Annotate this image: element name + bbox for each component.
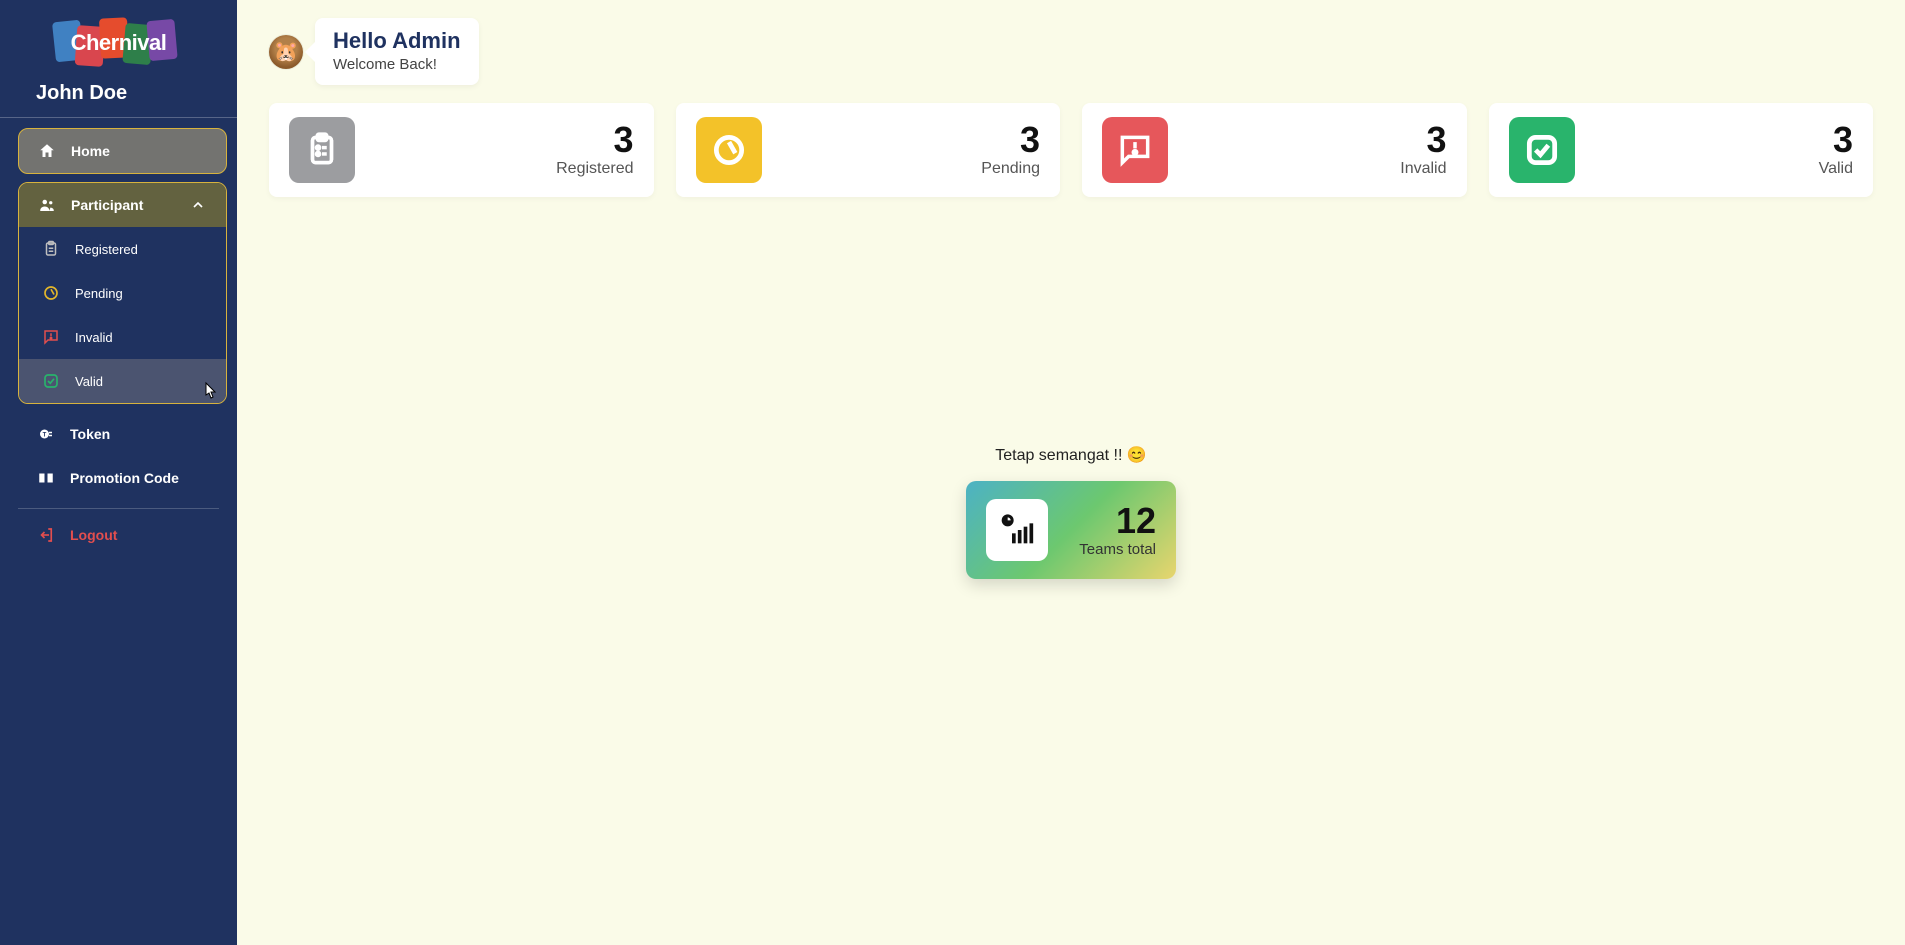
nav-logout[interactable]: Logout (18, 513, 227, 557)
nav-home[interactable]: Home (18, 128, 227, 174)
nav-sub-registered-label: Registered (75, 242, 138, 257)
nav-home-label: Home (71, 143, 110, 159)
clipboard-icon (41, 239, 61, 259)
nav-promo-label: Promotion Code (70, 470, 179, 486)
chart-history-icon (986, 499, 1048, 561)
chevron-up-icon (188, 195, 208, 215)
check-square-icon (41, 371, 61, 391)
nav-logout-label: Logout (70, 527, 117, 543)
greeting-title: Hello Admin (333, 28, 461, 54)
center-section: Tetap semangat !! 😊 12 Teams total (269, 445, 1873, 579)
greeting-card: Hello Admin Welcome Back! (315, 18, 479, 85)
nav-token-label: Token (70, 426, 110, 442)
divider (18, 508, 219, 509)
logo: Chernival (0, 12, 237, 78)
nav-sub-pending-label: Pending (75, 286, 123, 301)
nav-sub-invalid-label: Invalid (75, 330, 113, 345)
alert-chat-icon (41, 327, 61, 347)
card-pending[interactable]: 3 Pending (676, 103, 1061, 197)
nav-sub-valid-label: Valid (75, 374, 103, 389)
main-content: 🐹 Hello Admin Welcome Back! 3 Registered… (237, 0, 1905, 945)
avatar: 🐹 (269, 35, 303, 69)
nav-participant-label: Participant (71, 197, 143, 213)
stat-invalid-value: 3 (1400, 122, 1446, 158)
greeting: 🐹 Hello Admin Welcome Back! (269, 18, 1873, 85)
home-icon (37, 141, 57, 161)
nav-participant[interactable]: Participant (19, 183, 226, 227)
card-registered[interactable]: 3 Registered (269, 103, 654, 197)
promo-icon (36, 468, 56, 488)
teams-total-value: 12 (1079, 503, 1156, 539)
teams-total-label: Teams total (1079, 541, 1156, 558)
teams-total-card[interactable]: 12 Teams total (966, 481, 1176, 579)
stat-registered-label: Registered (556, 160, 633, 178)
nav-token[interactable]: T Token (18, 412, 227, 456)
clock-icon (41, 283, 61, 303)
stat-pending-value: 3 (981, 122, 1040, 158)
stat-invalid-label: Invalid (1400, 160, 1446, 178)
stat-cards: 3 Registered 3 Pending 3 Invalid (269, 103, 1873, 197)
nav-sub-invalid[interactable]: Invalid (19, 315, 226, 359)
greeting-subtitle: Welcome Back! (333, 56, 461, 73)
check-square-icon (1509, 117, 1575, 183)
alert-chat-icon (1102, 117, 1168, 183)
clipboard-icon (289, 117, 355, 183)
nav-sub-pending[interactable]: Pending (19, 271, 226, 315)
motivation-message: Tetap semangat !! 😊 (995, 445, 1147, 465)
stat-registered-value: 3 (556, 122, 633, 158)
clock-icon (696, 117, 762, 183)
card-valid[interactable]: 3 Valid (1489, 103, 1874, 197)
nav-sub-registered[interactable]: Registered (19, 227, 226, 271)
nav: Home Participant Registered (0, 128, 237, 557)
svg-text:T: T (43, 432, 47, 438)
nav-sub-valid[interactable]: Valid (19, 359, 226, 403)
stat-valid-value: 3 (1819, 122, 1853, 158)
card-invalid[interactable]: 3 Invalid (1082, 103, 1467, 197)
stat-valid-label: Valid (1819, 160, 1853, 178)
divider (0, 117, 237, 118)
nav-promo[interactable]: Promotion Code (18, 456, 227, 500)
nav-participant-group: Participant Registered Pending (18, 182, 227, 404)
token-icon: T (36, 424, 56, 444)
user-name: John Doe (0, 78, 237, 115)
sidebar: Chernival John Doe Home Participant (0, 0, 237, 945)
brand-text: Chernival (71, 30, 167, 56)
participant-icon (37, 195, 57, 215)
stat-pending-label: Pending (981, 160, 1040, 178)
logout-icon (36, 525, 56, 545)
